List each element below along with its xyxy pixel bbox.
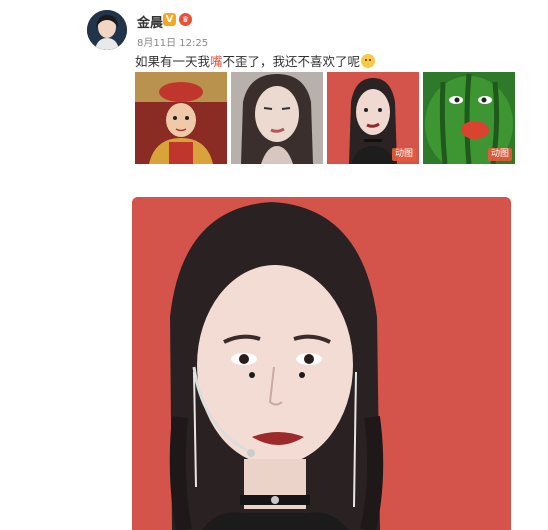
- post-text-end: 不歪了，我还不喜欢了呢: [222, 54, 361, 69]
- thumbnail-watermelon-face[interactable]: 动图: [423, 72, 515, 164]
- thumbnail-stage-photo[interactable]: 动图: [327, 72, 419, 164]
- post-text-start: 如果有一天我: [135, 54, 211, 69]
- verified-badge-icon: V: [163, 13, 176, 26]
- member-crown-icon: ♛: [179, 13, 192, 26]
- post-text-highlight: 嘴: [210, 54, 223, 69]
- avatar[interactable]: [87, 10, 127, 50]
- thumbnail-childhood-photo[interactable]: [135, 72, 227, 164]
- thumbnail-face-closeup[interactable]: [231, 72, 323, 164]
- gif-tag: 动图: [391, 148, 416, 161]
- gif-tag: 动图: [487, 148, 512, 161]
- username[interactable]: 金晨: [137, 12, 163, 31]
- smirk-emoji-icon: [361, 54, 376, 68]
- expanded-image[interactable]: [132, 197, 511, 530]
- post-text: 如果有一天我嘴不歪了，我还不喜欢了呢: [135, 51, 376, 70]
- post-timestamp[interactable]: 8月11日 12:25: [137, 34, 208, 49]
